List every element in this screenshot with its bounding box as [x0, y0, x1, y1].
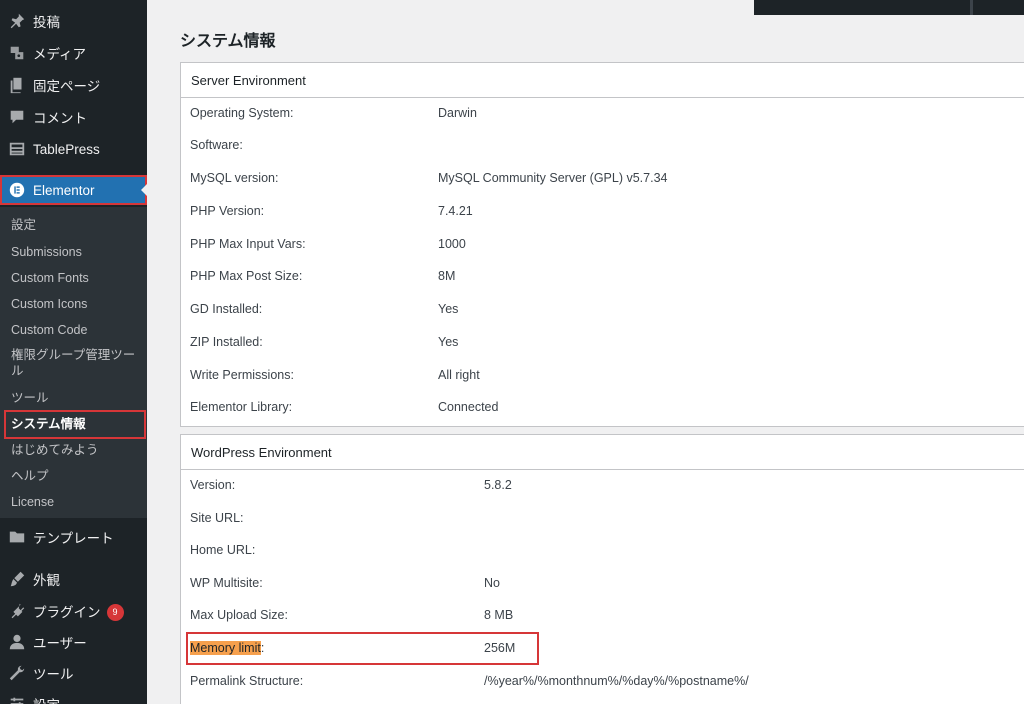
menu-tools[interactable]: ツール	[0, 657, 147, 689]
submenu-item-submissions[interactable]: Submissions	[11, 244, 139, 260]
row-key: Operating System:	[190, 106, 294, 120]
menu-plugins[interactable]: プラグイン 9	[0, 595, 147, 627]
media-icon	[8, 44, 26, 62]
plugins-label: プラグイン	[33, 604, 101, 620]
menu-posts[interactable]: 投稿	[0, 5, 147, 37]
menu-label: コメント	[33, 111, 87, 126]
menu-label: テンプレート	[33, 531, 114, 546]
main-content: システム情報 Server Environment Operating Syst…	[147, 0, 1024, 704]
comment-icon	[8, 108, 26, 126]
row-value: 1000	[438, 237, 466, 251]
row-key: MySQL version:	[190, 171, 279, 185]
row-key: PHP Version:	[190, 204, 265, 218]
menu-label: 外観	[33, 573, 60, 588]
submenu-item-custom-fonts[interactable]: Custom Fonts	[11, 270, 139, 286]
admin-sidebar: 投稿 メディア 固定ページ コメント TablePress Elementor …	[0, 0, 147, 704]
row-value: 7.4.21	[438, 204, 473, 218]
menu-comments[interactable]: コメント	[0, 101, 147, 133]
menu-label: Elementor	[33, 182, 95, 198]
server-environment-panel: Server Environment Operating System: Darw…	[180, 62, 1024, 427]
row-key: ZIP Installed:	[190, 335, 263, 349]
settings-icon	[8, 695, 26, 704]
row-value: /%year%/%monthnum%/%day%/%postname%/	[484, 674, 749, 688]
row-value: 8M	[438, 269, 456, 283]
row-key: Site URL:	[190, 511, 244, 525]
row-key: Home URL:	[190, 543, 256, 557]
row-value: Connected	[438, 400, 499, 414]
row-value: MySQL Community Server (GPL) v5.7.34	[438, 171, 668, 185]
submenu-item-license[interactable]: License	[11, 494, 139, 510]
menu-users[interactable]: ユーザー	[0, 626, 147, 658]
elementor-icon	[8, 181, 26, 199]
top-dark-bar	[754, 0, 1024, 15]
submenu-item-tools[interactable]: ツール	[11, 390, 139, 406]
row-value: Darwin	[438, 106, 477, 120]
menu-pages[interactable]: 固定ページ	[0, 69, 147, 101]
row-key: Elementor Library:	[190, 400, 293, 414]
menu-label: 設定	[33, 694, 60, 704]
menu-label: 固定ページ	[33, 79, 101, 94]
pushpin-icon	[8, 12, 26, 30]
system-info-highlight-box	[4, 410, 146, 439]
top-bar-divider	[970, 0, 973, 15]
menu-label: 投稿	[33, 15, 60, 30]
row-value: No	[484, 576, 500, 590]
submenu-item-role-manager[interactable]: 権限グループ管理ツール	[11, 347, 139, 379]
menu-tablepress[interactable]: TablePress	[0, 133, 147, 165]
folder-icon	[8, 528, 26, 546]
row-key: GD Installed:	[190, 302, 263, 316]
row-key: Write Permissions:	[190, 368, 294, 382]
page-title: システム情報	[180, 33, 276, 50]
row-value: All right	[438, 368, 480, 382]
plugin-icon	[8, 602, 26, 620]
submenu-item-settings[interactable]: 設定	[11, 217, 139, 233]
wrench-icon	[8, 664, 26, 682]
menu-label: ユーザー	[33, 636, 87, 651]
submenu-item-help[interactable]: ヘルプ	[11, 468, 139, 484]
row-key: Software:	[190, 138, 243, 152]
row-value: 5.8.2	[484, 478, 512, 492]
submenu-item-getting-started[interactable]: はじめてみよう	[11, 442, 139, 458]
submenu-item-custom-code[interactable]: Custom Code	[11, 322, 139, 338]
row-value: 8 MB	[484, 608, 514, 622]
submenu-item-custom-icons[interactable]: Custom Icons	[11, 296, 139, 312]
row-value: Yes	[438, 335, 459, 349]
update-count-badge: 9	[106, 604, 124, 622]
pages-icon	[8, 76, 26, 94]
row-value: Yes	[438, 302, 459, 316]
menu-appearance[interactable]: 外観	[0, 563, 147, 595]
menu-label: TablePress	[33, 141, 100, 157]
row-key: PHP Max Input Vars:	[190, 237, 306, 251]
memory-limit-highlight-box	[186, 632, 539, 665]
row-key: WP Multisite:	[190, 576, 263, 590]
row-key: Max Upload Size:	[190, 608, 288, 622]
menu-label: ツール	[33, 667, 74, 682]
menu-label: プラグイン 9	[33, 601, 124, 622]
row-key: PHP Max Post Size:	[190, 269, 303, 283]
menu-elementor[interactable]: Elementor	[0, 175, 147, 205]
table-icon	[8, 140, 26, 158]
menu-media[interactable]: メディア	[0, 37, 147, 69]
row-key: Permalink Structure:	[190, 674, 304, 688]
panel-title: WordPress Environment	[181, 435, 1024, 470]
menu-settings[interactable]: 設定	[0, 688, 147, 704]
panel-title: Server Environment	[181, 63, 1024, 98]
brush-icon	[8, 570, 26, 588]
menu-templates[interactable]: テンプレート	[0, 521, 147, 553]
user-icon	[8, 633, 26, 651]
row-key: Version:	[190, 478, 236, 492]
menu-label: メディア	[33, 47, 87, 62]
